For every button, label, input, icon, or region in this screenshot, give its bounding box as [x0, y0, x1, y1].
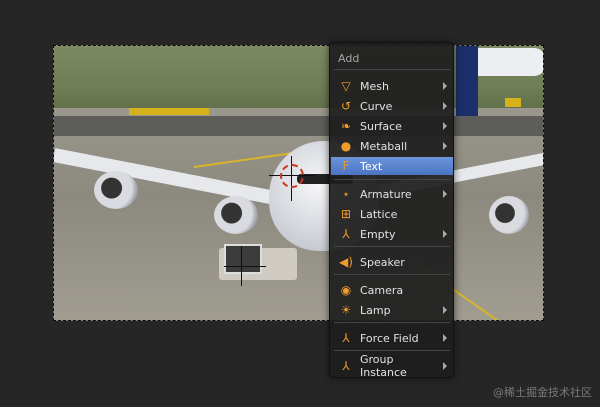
menu-item-group-instance[interactable]: ⅄ Group Instance — [331, 353, 453, 379]
add-menu: Add ▽ Mesh ↺ Curve ❧ Surface ● Metaball … — [329, 42, 454, 379]
submenu-arrow-icon — [443, 122, 447, 130]
menu-separator — [334, 246, 450, 247]
surface-icon: ❧ — [340, 119, 352, 133]
menu-item-label: Surface — [360, 119, 402, 133]
menu-separator — [334, 322, 450, 323]
submenu-arrow-icon — [443, 82, 447, 90]
submenu-arrow-icon — [443, 190, 447, 198]
mesh-icon: ▽ — [341, 79, 351, 93]
background-road — [54, 116, 543, 136]
taxiway-sign — [129, 108, 209, 115]
menu-item-camera[interactable]: ◉ Camera — [331, 281, 453, 299]
engine — [214, 196, 258, 234]
menu-item-label: Group Instance — [360, 353, 407, 379]
menu-title: Add — [338, 52, 360, 65]
object-origin-marker — [241, 246, 242, 286]
force-field-icon: ⅄ — [342, 331, 350, 345]
menu-item-label: Lamp — [360, 303, 391, 317]
menu-item-lamp[interactable]: ☀ Lamp — [331, 301, 453, 319]
menu-item-label: Camera — [360, 283, 404, 297]
menu-item-text[interactable]: F Text — [331, 157, 453, 175]
menu-separator — [334, 350, 450, 351]
tow-tug-cab — [224, 244, 262, 274]
menu-item-curve[interactable]: ↺ Curve — [331, 97, 453, 115]
submenu-arrow-icon — [443, 306, 447, 314]
watermark: @稀土掘金技术社区 — [493, 386, 592, 399]
submenu-arrow-icon — [443, 102, 447, 110]
submenu-arrow-icon — [443, 142, 447, 150]
menu-item-label: Curve — [360, 99, 393, 113]
menu-item-armature[interactable]: ⋆ Armature — [331, 185, 453, 203]
speaker-icon: ◀) — [339, 255, 353, 269]
menu-item-speaker[interactable]: ◀) Speaker — [331, 253, 453, 271]
empty-icon: ⅄ — [342, 227, 350, 241]
menu-item-label: Armature — [360, 187, 412, 201]
lamp-icon: ☀ — [340, 303, 352, 317]
menu-item-empty[interactable]: ⅄ Empty — [331, 225, 453, 243]
menu-item-lattice[interactable]: ⊞ Lattice — [331, 205, 453, 223]
menu-item-force-field[interactable]: ⅄ Force Field — [331, 329, 453, 347]
lattice-icon: ⊞ — [340, 207, 352, 221]
menu-item-label: Empty — [360, 227, 396, 241]
menu-item-surface[interactable]: ❧ Surface — [331, 117, 453, 135]
object-origin-marker — [224, 266, 266, 267]
3d-cursor[interactable] — [280, 164, 304, 188]
3d-viewport[interactable] — [53, 45, 544, 321]
menu-item-label: Mesh — [360, 79, 389, 93]
menu-item-label: Force Field — [360, 331, 419, 345]
submenu-arrow-icon — [443, 334, 447, 342]
menu-item-metaball[interactable]: ● Metaball — [331, 137, 453, 155]
submenu-arrow-icon — [443, 230, 447, 238]
taxiway-sign — [505, 98, 521, 107]
submenu-arrow-icon — [443, 362, 447, 370]
menu-item-label: Lattice — [360, 207, 398, 221]
menu-item-label: Text — [360, 159, 383, 173]
armature-icon: ⋆ — [342, 187, 350, 201]
menu-item-label: Speaker — [360, 255, 405, 269]
curve-icon: ↺ — [340, 99, 352, 113]
menu-separator — [334, 274, 450, 275]
engine — [489, 196, 529, 234]
group-instance-icon: ⅄ — [342, 359, 350, 373]
metaball-icon: ● — [340, 139, 352, 153]
text-icon: F — [342, 159, 350, 173]
camera-icon: ◉ — [340, 283, 352, 297]
airplane-tail — [456, 46, 478, 116]
menu-item-label: Metaball — [360, 139, 408, 153]
menu-item-mesh[interactable]: ▽ Mesh — [331, 77, 453, 95]
menu-separator — [334, 179, 450, 180]
menu-separator — [334, 69, 450, 70]
engine — [94, 171, 138, 209]
